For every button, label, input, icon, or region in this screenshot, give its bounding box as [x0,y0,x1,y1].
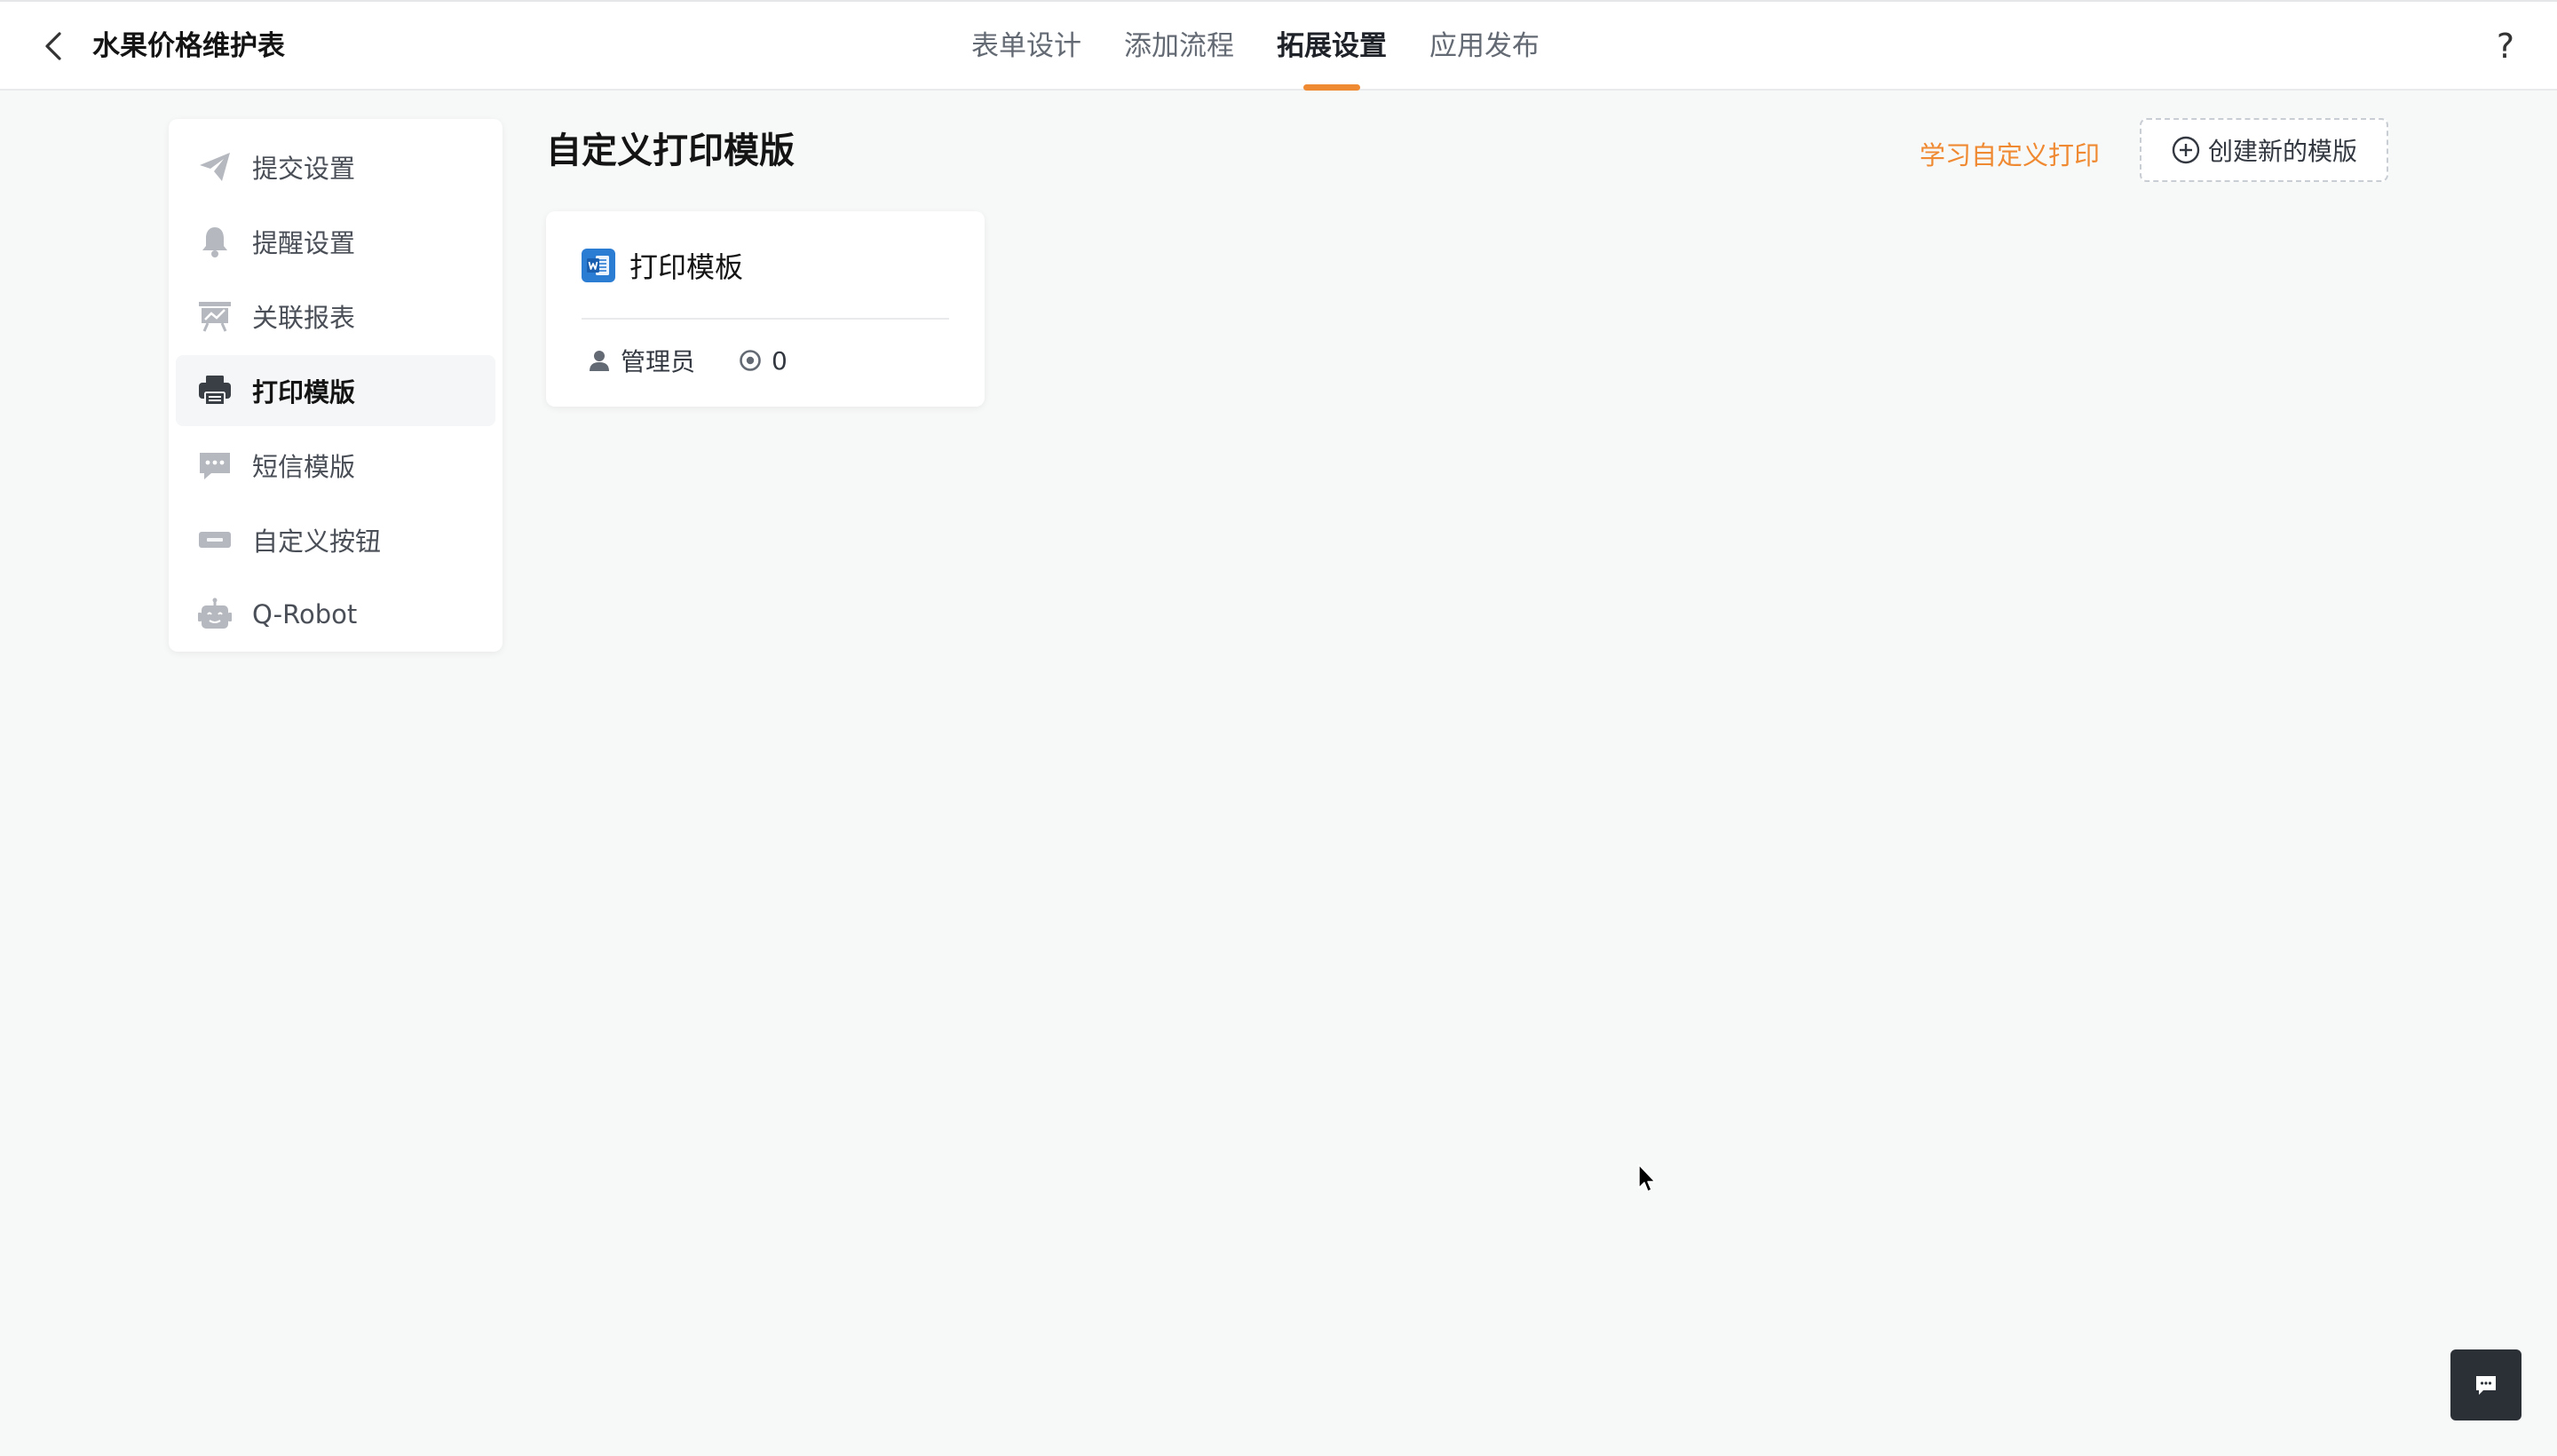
page-title: 自定义打印模版 [546,131,795,171]
tab-add-process[interactable]: 添加流程 [1124,2,1234,91]
sidebar-item-linked-reports[interactable]: 关联报表 [176,281,495,352]
app-title: 水果价格维护表 [92,30,285,62]
bell-icon [197,224,233,259]
tab-label: 添加流程 [1124,30,1234,62]
sidebar-item-label: 关联报表 [252,303,356,333]
question-mark-icon: ? [2496,27,2515,66]
help-button[interactable]: ? [2486,27,2525,66]
mouse-pointer-icon [1638,1164,1656,1192]
sidebar-item-label: 提交设置 [252,154,356,184]
sidebar-item-reminder-settings[interactable]: 提醒设置 [176,206,495,277]
sidebar-item-print-templates[interactable]: 打印模版 [176,355,495,426]
sidebar-item-label: 提醒设置 [252,228,356,258]
sidebar-item-custom-buttons[interactable]: 自定义按钮 [176,504,495,575]
tab-app-publish[interactable]: 应用发布 [1429,2,1540,91]
create-template-label: 创建新的模版 [2207,137,2357,166]
presentation-chart-icon [197,298,233,334]
chat-support-button[interactable] [2450,1349,2521,1420]
paper-plane-icon [197,149,233,185]
settings-sidebar: 提交设置 提醒设置 关联报表 打印模版 短信模版 自定义按钮 Q-Robot [169,119,503,652]
main-tabs: 表单设计 添加流程 拓展设置 应用发布 [971,2,1540,91]
user-icon [587,348,612,373]
tab-extension-settings[interactable]: 拓展设置 [1277,2,1387,91]
message-bubble-icon [197,447,233,483]
plus-circle-icon [2171,135,2201,165]
template-title: 打印模板 [629,250,744,284]
sidebar-item-label: 短信模版 [252,452,356,482]
create-template-button[interactable]: 创建新的模版 [2140,118,2388,182]
sidebar-item-sms-templates[interactable]: 短信模版 [176,430,495,501]
robot-icon [197,597,233,632]
printer-icon [197,373,233,408]
learn-custom-print-link[interactable]: 学习自定义打印 [1920,135,2100,176]
tab-form-design[interactable]: 表单设计 [971,2,1081,91]
tab-label: 拓展设置 [1277,30,1387,62]
sidebar-item-q-robot[interactable]: Q-Robot [176,579,495,650]
template-meta: 管理员 0 [587,343,788,378]
template-card-header: 打印模板 [582,245,743,286]
sidebar-item-submit-settings[interactable]: 提交设置 [176,131,495,202]
template-card[interactable]: 打印模板 管理员 0 [546,211,985,407]
template-owner: 管理员 [621,347,696,376]
card-divider [582,318,949,320]
chevron-left-icon [45,32,61,60]
back-button[interactable] [36,27,71,66]
sidebar-item-label: 自定义按钮 [252,526,382,557]
sidebar-item-label: 打印模版 [252,377,356,408]
tab-label: 应用发布 [1429,30,1540,62]
tab-label: 表单设计 [971,30,1081,62]
target-circle-icon [738,348,763,373]
top-bar: 水果价格维护表 表单设计 添加流程 拓展设置 应用发布 ? [0,0,2557,91]
chat-bubble-icon [2476,1376,2496,1395]
sidebar-item-label: Q-Robot [252,599,358,629]
btn-icon [197,522,233,558]
active-tab-indicator [1303,84,1360,91]
word-document-icon [582,249,615,282]
template-usage-count: 0 [772,345,788,376]
